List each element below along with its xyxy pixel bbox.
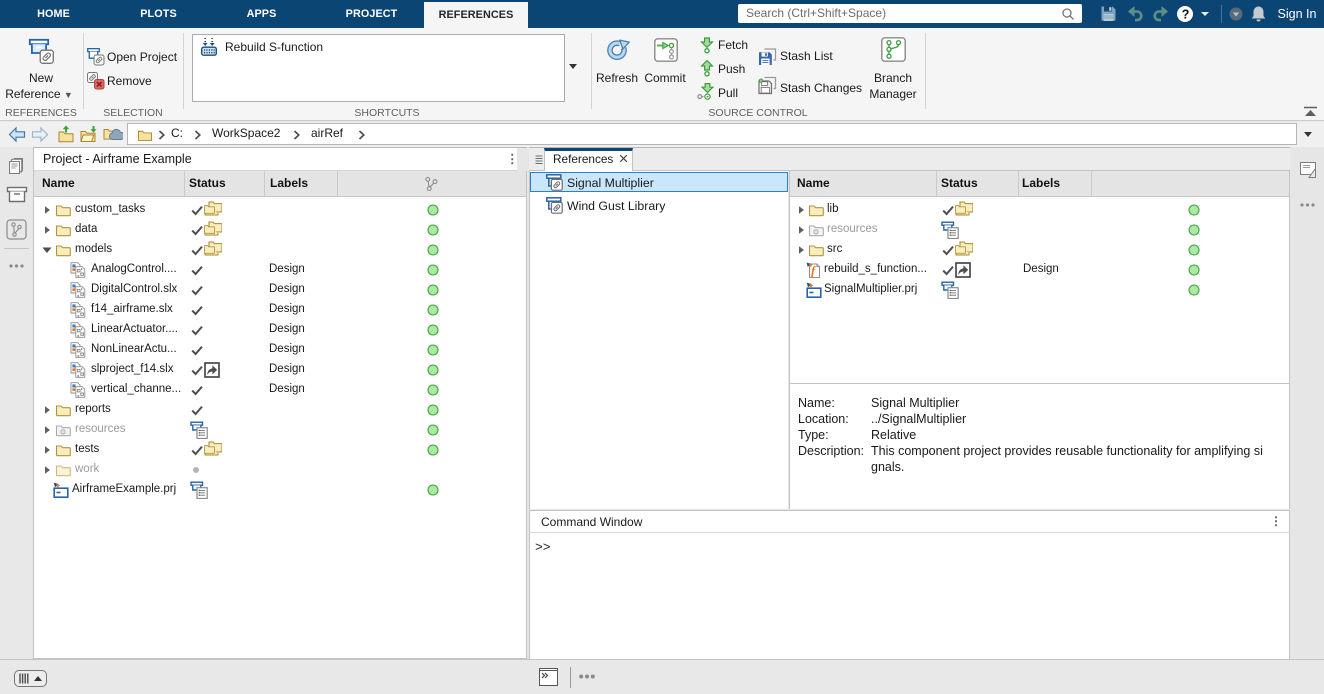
svg-text:?: ? [1182, 7, 1190, 21]
